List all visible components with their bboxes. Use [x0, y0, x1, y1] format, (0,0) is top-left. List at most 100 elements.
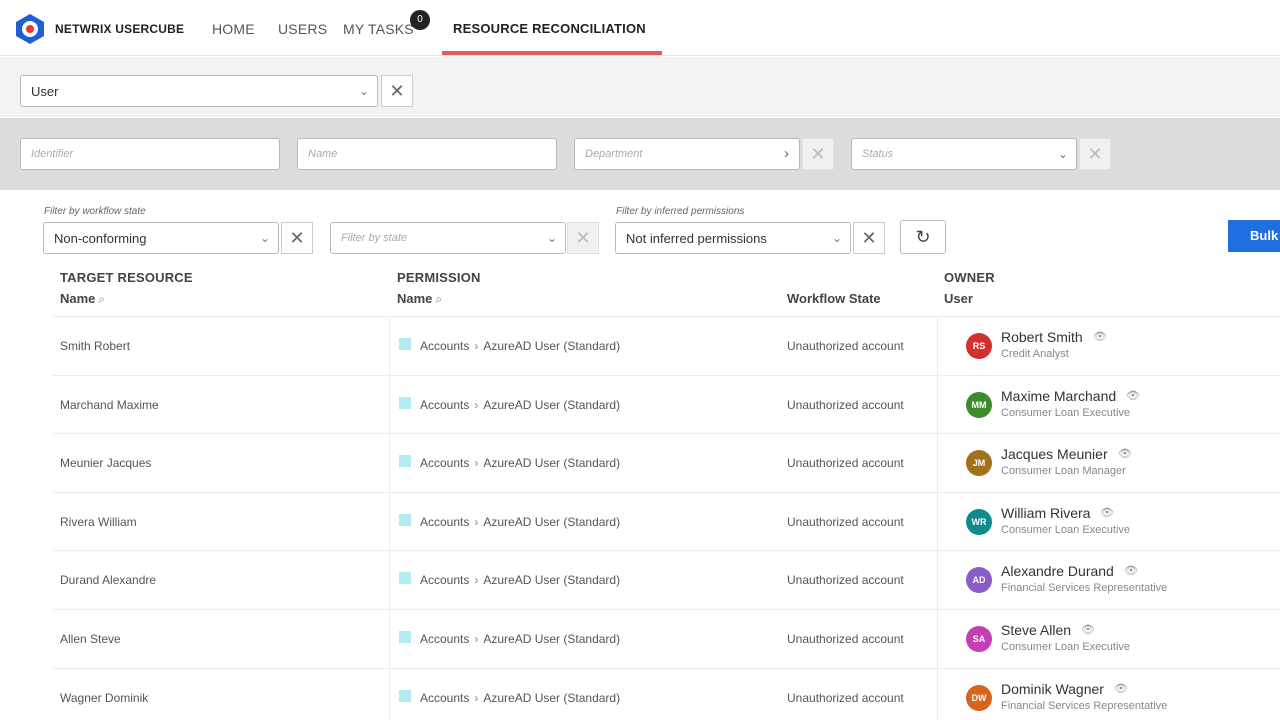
- nav-my-tasks[interactable]: MY TASKS: [343, 21, 414, 37]
- avatar: MM: [966, 392, 992, 418]
- avatar: AD: [966, 567, 992, 593]
- eye-icon[interactable]: 👁: [1126, 389, 1140, 402]
- chevron-right-icon: ›: [474, 632, 479, 646]
- clear-workflow-button[interactable]: ✕: [281, 222, 313, 254]
- target-name: Meunier Jacques: [60, 456, 152, 470]
- chevron-right-icon: ›: [784, 145, 789, 162]
- chevron-right-icon: ›: [474, 515, 479, 529]
- bulk-button[interactable]: Bulk: [1228, 220, 1280, 252]
- search-icon[interactable]: ⌕: [98, 292, 105, 306]
- inferred-permissions-select[interactable]: Not inferred permissions ⌄: [615, 222, 851, 254]
- header-target-name[interactable]: Name ⌕: [60, 291, 105, 307]
- owner-name[interactable]: Maxime Marchand: [1001, 388, 1116, 404]
- header-owner: OWNER: [944, 270, 995, 285]
- chevron-right-icon: ›: [474, 573, 479, 587]
- table-row[interactable]: Durand Alexandre Accounts › AzureAD User (S…: [52, 550, 1280, 609]
- permission-path[interactable]: Accounts › AzureAD User (Standard): [420, 398, 620, 412]
- close-icon: ✕: [1087, 143, 1103, 164]
- eye-icon[interactable]: 👁: [1100, 506, 1114, 519]
- chevron-down-icon: ⌄: [546, 231, 557, 245]
- inferred-permissions-value: Not inferred permissions: [626, 230, 767, 246]
- permission-path[interactable]: Accounts › AzureAD User (Standard): [420, 691, 620, 705]
- chevron-down-icon: ⌄: [358, 84, 369, 98]
- chevron-down-icon: ⌄: [831, 231, 842, 245]
- target-name: Marchand Maxime: [60, 398, 159, 412]
- permission-leaf: AzureAD User (Standard): [483, 339, 621, 353]
- nav-users[interactable]: USERS: [278, 21, 327, 37]
- permission-category-icon: [399, 690, 411, 702]
- table-row[interactable]: Wagner Dominik Accounts › AzureAD User (Sta…: [52, 668, 1280, 720]
- owner-title: Consumer Loan Executive: [1001, 641, 1131, 653]
- eye-icon[interactable]: 👁: [1124, 564, 1138, 577]
- permission-leaf: AzureAD User (Standard): [483, 398, 621, 412]
- permission-leaf: AzureAD User (Standard): [483, 456, 621, 470]
- owner-name[interactable]: Alexandre Durand: [1001, 563, 1114, 579]
- permission-path[interactable]: Accounts › AzureAD User (Standard): [420, 515, 620, 529]
- name-input[interactable]: Name: [297, 138, 557, 170]
- search-icon[interactable]: ⌕: [435, 292, 442, 306]
- target-name: Allen Steve: [60, 632, 121, 646]
- owner-name[interactable]: Steve Allen: [1001, 622, 1071, 638]
- permission-path[interactable]: Accounts › AzureAD User (Standard): [420, 456, 620, 470]
- chevron-right-icon: ›: [474, 456, 479, 470]
- clear-status-button[interactable]: ✕: [1079, 138, 1111, 170]
- clear-inferred-button[interactable]: ✕: [853, 222, 885, 254]
- owner-name[interactable]: Robert Smith: [1001, 329, 1083, 345]
- clear-state-button[interactable]: ✕: [567, 222, 599, 254]
- eye-icon[interactable]: 👁: [1118, 447, 1132, 460]
- clear-department-button[interactable]: ✕: [802, 138, 834, 170]
- permission-path[interactable]: Accounts › AzureAD User (Standard): [420, 573, 620, 587]
- refresh-button[interactable]: ↻: [900, 220, 946, 254]
- owner-title: Consumer Loan Executive: [1001, 524, 1131, 536]
- table-row[interactable]: Marchand Maxime Accounts › AzureAD User (St…: [52, 375, 1280, 434]
- eye-icon[interactable]: 👁: [1114, 682, 1128, 695]
- permission-leaf: AzureAD User (Standard): [483, 632, 621, 646]
- permission-root: Accounts: [420, 632, 470, 646]
- eye-icon[interactable]: 👁: [1081, 623, 1095, 636]
- netwrix-logo-icon: [16, 14, 44, 44]
- target-name: Wagner Dominik: [60, 691, 149, 705]
- avatar: WR: [966, 509, 992, 535]
- nav-home[interactable]: HOME: [212, 21, 255, 37]
- table-row[interactable]: Meunier Jacques Accounts › AzureAD User (St…: [52, 433, 1280, 492]
- permission-category-icon: [399, 631, 411, 643]
- identifier-input[interactable]: Identifier: [20, 138, 280, 170]
- owner-name[interactable]: William Rivera: [1001, 505, 1090, 521]
- owner-title: Credit Analyst: [1001, 348, 1069, 360]
- workflow-state-value: Unauthorized account: [787, 573, 904, 587]
- permission-category-icon: [399, 338, 411, 350]
- department-picker[interactable]: Department ›: [574, 138, 800, 170]
- table-row[interactable]: Rivera William Accounts › AzureAD User (Sta…: [52, 492, 1280, 551]
- workflow-filter-label: Filter by workflow state: [44, 206, 146, 217]
- close-icon: ✕: [810, 143, 826, 164]
- permission-root: Accounts: [420, 339, 470, 353]
- entity-type-select[interactable]: User ⌄: [20, 75, 378, 107]
- permission-path[interactable]: Accounts › AzureAD User (Standard): [420, 632, 620, 646]
- target-name: Durand Alexandre: [60, 573, 157, 587]
- nav-resource-reconciliation[interactable]: RESOURCE RECONCILIATION: [453, 21, 646, 36]
- permission-leaf: AzureAD User (Standard): [483, 691, 621, 705]
- owner-name[interactable]: Dominik Wagner: [1001, 681, 1104, 697]
- owner-title: Consumer Loan Manager: [1001, 465, 1126, 477]
- clear-entity-button[interactable]: ✕: [381, 75, 413, 107]
- my-tasks-badge: 0: [410, 10, 430, 30]
- eye-icon[interactable]: 👁: [1093, 330, 1107, 343]
- header-owner-user: User: [944, 291, 973, 306]
- permission-category-icon: [399, 572, 411, 584]
- workflow-state-select[interactable]: Non-conforming ⌄: [43, 222, 279, 254]
- entity-type-value: User: [31, 83, 59, 99]
- avatar: SA: [966, 626, 992, 652]
- owner-name[interactable]: Jacques Meunier: [1001, 446, 1108, 462]
- state-select[interactable]: Filter by state ⌄: [330, 222, 566, 254]
- table-row[interactable]: Allen Steve Accounts › AzureAD User (Standa…: [52, 609, 1280, 668]
- state-placeholder: Filter by state: [341, 232, 408, 244]
- name-placeholder: Name: [308, 148, 338, 160]
- status-select[interactable]: Status ⌄: [851, 138, 1077, 170]
- active-tab-indicator: [442, 51, 662, 55]
- permission-path[interactable]: Accounts › AzureAD User (Standard): [420, 339, 620, 353]
- permission-root: Accounts: [420, 573, 470, 587]
- header-workflow-state: Workflow State: [787, 291, 881, 306]
- header-permission-name[interactable]: Name ⌕: [397, 291, 442, 307]
- table-row[interactable]: Smith Robert Accounts › AzureAD User (Stand…: [52, 316, 1280, 375]
- workflow-state-value: Unauthorized account: [787, 632, 904, 646]
